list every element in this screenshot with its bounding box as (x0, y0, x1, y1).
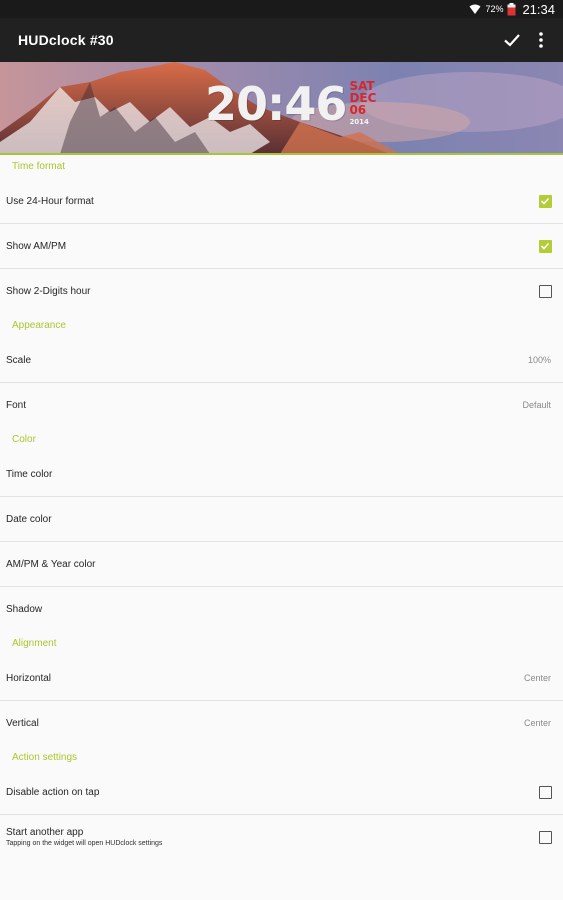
setting-label: Start another app (6, 827, 84, 838)
setting-label: Horizontal (6, 673, 52, 684)
setting-subtitle: Tapping on the widget will open HUDclock… (6, 840, 163, 847)
section-header-alignment: Alignment (12, 638, 57, 649)
setting-date-color[interactable]: Date color (0, 497, 563, 542)
section-header-time-format: Time format (12, 161, 65, 172)
clock-date: SAT DEC 06 2014 (349, 80, 376, 127)
scale-value: 100% (527, 355, 551, 365)
settings-list: Time format Use 24-Hour format Show AM/P… (0, 155, 563, 860)
setting-label: Shadow (6, 604, 43, 615)
setting-show-2-digits-hour[interactable]: Show 2-Digits hour (0, 269, 563, 314)
setting-label: Time color (6, 469, 53, 480)
setting-vertical[interactable]: Vertical Center (0, 701, 563, 746)
vertical-value: Center (523, 718, 551, 728)
setting-disable-action-on-tap[interactable]: Disable action on tap (0, 770, 563, 815)
clock-year: 2014 (349, 118, 369, 126)
disable-action-checkbox[interactable] (539, 786, 552, 799)
setting-ampm-year-color[interactable]: AM/PM & Year color (0, 542, 563, 587)
app-bar: HUDclock #30 (0, 18, 563, 62)
setting-label: Show AM/PM (6, 241, 67, 252)
setting-label: Font (6, 400, 27, 411)
section-header-action-settings: Action settings (12, 752, 78, 763)
setting-scale[interactable]: Scale 100% (0, 338, 563, 383)
status-icons: 72% 21:34 (469, 0, 555, 18)
show-ampm-checkbox[interactable] (539, 240, 552, 253)
use-24-hour-checkbox[interactable] (539, 195, 552, 208)
clock-display: 20:46 SAT DEC 06 2014 (205, 80, 376, 140)
horizontal-value: Center (523, 673, 551, 683)
font-value: Default (522, 400, 551, 410)
setting-shadow[interactable]: Shadow (0, 587, 563, 632)
clock-date-number: 06 (349, 103, 367, 117)
page-title: HUDclock #30 (18, 32, 114, 48)
setting-label: Show 2-Digits hour (6, 286, 91, 297)
battery-icon (507, 2, 516, 15)
section-header-color: Color (12, 434, 36, 445)
more-options-icon[interactable] (533, 30, 549, 50)
setting-label: Scale (6, 355, 32, 366)
battery-percent: 72% (485, 4, 504, 14)
setting-time-color[interactable]: Time color (0, 452, 563, 497)
setting-horizontal[interactable]: Horizontal Center (0, 656, 563, 701)
setting-use-24-hour[interactable]: Use 24-Hour format (0, 179, 563, 224)
setting-show-ampm[interactable]: Show AM/PM (0, 224, 563, 269)
setting-label: AM/PM & Year color (6, 559, 96, 570)
wifi-icon (469, 4, 481, 14)
setting-start-another-app[interactable]: Start another app Tapping on the widget … (0, 815, 563, 860)
widget-preview[interactable]: 20:46 SAT DEC 06 2014 (0, 62, 563, 154)
setting-label: Use 24-Hour format (6, 196, 94, 207)
confirm-check-icon[interactable] (502, 30, 522, 50)
start-another-app-checkbox[interactable] (539, 831, 552, 844)
setting-label: Date color (6, 514, 52, 525)
status-bar: 72% 21:34 (0, 0, 563, 18)
setting-label: Vertical (6, 718, 39, 729)
clock-time: 20:46 (205, 77, 347, 131)
setting-label: Disable action on tap (6, 787, 100, 798)
show-2-digits-hour-checkbox[interactable] (539, 285, 552, 298)
setting-font[interactable]: Font Default (0, 383, 563, 428)
section-header-appearance: Appearance (12, 320, 66, 331)
status-time: 21:34 (522, 1, 555, 17)
